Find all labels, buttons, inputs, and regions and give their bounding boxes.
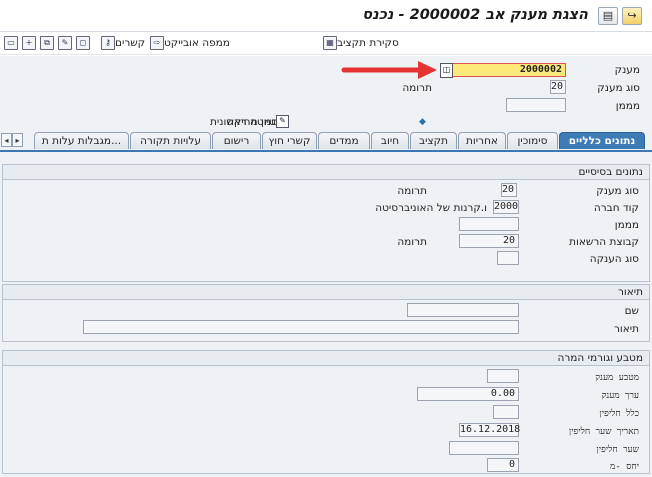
description-group: תיאור שם תיאור [2,284,650,342]
grant-number-field[interactable]: 2000002 [452,63,566,77]
header-funder-label: מממן [615,100,640,112]
tab-general-data[interactable]: נתונים כלליים [559,132,645,149]
company-code-field[interactable]: 2000 [493,200,519,214]
description-field[interactable] [83,320,519,334]
toolbar-relations-label: קשרים [115,37,146,49]
tab-dimensions[interactable]: ממדים [318,132,370,149]
grant-value-label: ערך מענק [601,391,639,401]
grant-currency-label: מטבע מענק [595,373,639,383]
grant-type-text: תרומה [397,185,427,197]
award-type-field[interactable] [497,251,519,265]
tab-responsibility[interactable]: אחריות [458,132,506,149]
grid-icon: ▦ [323,36,337,50]
description-title: תיאור [3,285,649,300]
grant-type-field[interactable]: 20 [501,183,517,197]
tab-overhead-costs[interactable]: עלויות תקורה [130,132,211,149]
auth-group-text: תרומה [397,236,427,248]
red-arrow-icon [341,61,437,79]
draft-label: טיוטה ראשונית [210,116,276,128]
copy-icon[interactable]: ⧉ [40,35,54,51]
toolbar-object-mapper-label: ממפה אובייקט [164,37,230,49]
header-area: מענק 2000002 ◫ סוג מענק 20 תרומה מממן סמ… [0,56,652,130]
title-icons: ▤ ↪ [598,7,646,25]
tab-scroll-left-icon[interactable]: ◂ [1,133,12,147]
tab-strip: נתונים כלליים סימוכין אחריות תקציב חיוב … [0,130,652,152]
toolbar-object-mapper-button[interactable]: ⇨ ממפה אובייקט [147,35,230,51]
toolbar-budget-overview-label: סקירת תקציב [337,37,399,49]
tab-billing[interactable]: חיוב [371,132,409,149]
title-bar: הצגת מענק אב 2000002 - נכנס ▤ ↪ [0,0,652,32]
auth-group-label: קבוצת הרשאות [569,236,639,248]
exchange-rate-label: שער חליפין [596,445,639,455]
create-icon[interactable]: + [22,35,36,51]
funder-field[interactable] [459,217,519,231]
auth-group-field[interactable]: 20 [459,234,519,248]
ratio-label: יחס -מ [610,462,639,472]
exchange-date-field[interactable]: 16.12.2018 [459,423,520,437]
grant-label: מענק [614,64,640,76]
exchange-rule-label: כלל חליפין [599,409,639,419]
window-title: הצגת מענק אב 2000002 - נכנס [362,7,588,23]
tab-cost-limits[interactable]: מגבלות עלות ת... [34,132,129,149]
toolbar-budget-overview-button[interactable]: ▦ סקירת תקציב [320,35,399,51]
description-label: תיאור [613,323,639,335]
grant-currency-field[interactable] [487,369,519,383]
tab-content: נתונים בסיסיים סוג מענק 20 תרומה קוד חבר… [0,152,652,477]
diamond-icon: ◆ [419,117,426,127]
exchange-date-label: תאריך שער חליפין [568,427,639,437]
company-code-text: ו.קרנות של האוניברסיטה [375,202,487,214]
screen-icon[interactable]: ▭ [4,35,18,51]
tab-external-relations[interactable]: קשרי חוץ [262,132,317,149]
toolbar-relations-button[interactable]: ⚷ קשרים [98,35,145,51]
tab-scroll-right-icon[interactable]: ▸ [12,133,23,147]
grant-type-label: סוג מענק [596,185,639,197]
name-field[interactable] [407,303,519,317]
header-grant-type-field[interactable]: 20 [550,80,566,94]
tab-references[interactable]: סימוכין [507,132,558,149]
header-grant-type-text: תרומה [402,82,432,94]
object-mapper-icon: ⇨ [150,36,164,50]
display-icon[interactable]: ◻ [76,35,90,51]
search-help-icon[interactable]: ◫ [440,63,453,78]
company-code-label: קוד חברה [593,202,639,214]
relations-icon: ⚷ [101,36,115,50]
header-funder-field[interactable] [506,98,566,112]
tab-budget[interactable]: תקציב [410,132,457,149]
exchange-rate-field[interactable] [449,441,519,455]
app-toolbar: ▭ + ⧉ ✎ ◻ ⚷ קשרים ⇨ ממפה אובייקט ▦ סקירת תק… [0,32,652,55]
basic-data-title: נתונים בסיסיים [3,165,649,180]
ratio-field[interactable]: 0 [487,458,519,472]
header-grant-type-label: סוג מענק [597,82,640,94]
currency-title: מטבע וגורמי המרה [3,351,649,366]
edit-icon[interactable]: ✎ [58,35,72,51]
award-type-label: סוג הענקה [589,253,639,265]
basic-data-group: נתונים בסיסיים סוג מענק 20 תרומה קוד חבר… [2,164,650,282]
funder-label: מממן [614,219,639,231]
exchange-rule-field[interactable] [493,405,519,419]
exit-icon[interactable]: ↪ [622,7,642,25]
menu-icon[interactable]: ▤ [598,7,618,25]
grant-value-field[interactable]: 0.00 [417,387,519,401]
name-label: שם [624,305,639,317]
currency-group: מטבע וגורמי המרה מטבע מענק ערך מענק 0.00… [2,350,650,474]
tab-posting[interactable]: רישום [212,132,261,149]
note-icon: ✎ [276,115,289,128]
